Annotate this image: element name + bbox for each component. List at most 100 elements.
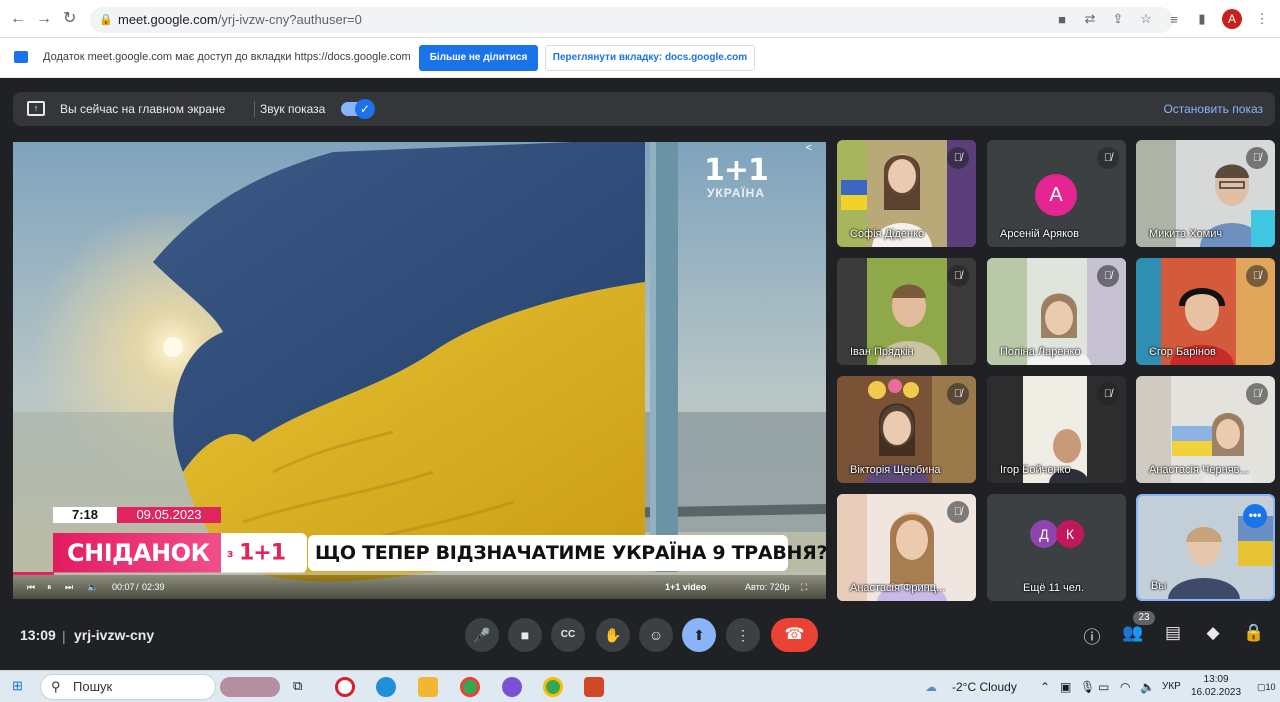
- reload-icon[interactable]: ↻: [63, 10, 76, 28]
- wifi-icon[interactable]: ◠: [1120, 680, 1130, 694]
- channel-logo-mark: 1+1: [704, 153, 769, 188]
- others-tile[interactable]: Д К Ещё 11 чел.: [987, 494, 1126, 601]
- more-options-button[interactable]: ⋮: [726, 618, 760, 652]
- more-options-icon[interactable]: •••: [1243, 504, 1267, 528]
- side-panel-icon[interactable]: ▮: [1194, 11, 1210, 27]
- chat-icon[interactable]: ▤: [1163, 623, 1183, 643]
- participant-avatar: К: [1056, 520, 1084, 548]
- quality-setting[interactable]: Авто: 720р: [745, 582, 790, 592]
- time-separator: /: [136, 582, 139, 592]
- present-screen-icon: ↑: [27, 101, 45, 116]
- chrome-profile-icon[interactable]: [502, 677, 522, 697]
- stop-sharing-button[interactable]: Більше не ділитися: [419, 45, 538, 71]
- chrome-icon[interactable]: [460, 677, 480, 697]
- forward-icon[interactable]: →: [36, 10, 52, 28]
- tray-expand-icon[interactable]: ⌃: [1040, 680, 1050, 694]
- share-icon[interactable]: <: [806, 142, 812, 154]
- opera-icon[interactable]: [335, 677, 355, 697]
- share-tab-icon: [14, 51, 28, 63]
- edge-icon[interactable]: [376, 677, 396, 697]
- clock-date: 16.02.2023: [1191, 687, 1242, 698]
- reading-list-icon[interactable]: ≡: [1166, 12, 1182, 27]
- bookmark-star-icon[interactable]: ☆: [1138, 11, 1154, 27]
- skip-back-icon[interactable]: ⏮: [27, 582, 35, 593]
- chrome-active-icon[interactable]: [543, 677, 563, 697]
- participant-tile[interactable]: 🎙̸ Софія Діденко: [837, 140, 976, 247]
- task-view-icon[interactable]: ⧉: [293, 678, 302, 694]
- fullscreen-icon[interactable]: ⛶: [801, 582, 807, 593]
- weather-text[interactable]: -2°C Cloudy: [952, 680, 1017, 694]
- windows-start-icon[interactable]: ⊞: [12, 678, 23, 694]
- participant-tile[interactable]: A 🎙̸ Арсеній Аряков: [987, 140, 1126, 247]
- participant-name: Ігор Бойченко: [1000, 464, 1071, 476]
- mic-icon: 🎤: [473, 627, 491, 643]
- present-button[interactable]: ⬆: [682, 618, 716, 652]
- powerpoint-icon[interactable]: [584, 677, 604, 697]
- file-explorer-icon[interactable]: [418, 677, 438, 697]
- volume-icon[interactable]: 🔈: [87, 582, 98, 593]
- captions-icon: CC: [560, 629, 576, 640]
- participant-tile[interactable]: 🎙̸ Ігор Бойченко: [987, 376, 1126, 483]
- participant-tile[interactable]: 🎙̸ Анастасія Черняв...: [1136, 376, 1275, 483]
- meeting-separator: |: [62, 628, 66, 644]
- more-vert-icon: ⋮: [736, 627, 750, 643]
- participant-tile[interactable]: 🎙̸ Анастасія Фринц...: [837, 494, 976, 601]
- back-icon[interactable]: ←: [10, 10, 26, 28]
- participant-name: Іван Прядкін: [850, 346, 914, 358]
- translate-icon[interactable]: ⇄: [1082, 11, 1098, 27]
- battery-icon[interactable]: ▭: [1098, 680, 1109, 694]
- activities-icon[interactable]: ◆: [1203, 623, 1223, 643]
- camera-in-use-icon[interactable]: ■: [1054, 12, 1070, 27]
- end-call-button[interactable]: ☎: [771, 618, 818, 652]
- address-bar[interactable]: 🔒 meet.google.com/yrj-ivzw-cny?authuser=…: [90, 7, 1173, 33]
- lock-icon: 🔒: [99, 14, 113, 26]
- video-frame: [13, 142, 826, 599]
- participant-tile[interactable]: 🎙̸ Вікторія Щербина: [837, 376, 976, 483]
- captions-button[interactable]: CC: [551, 618, 585, 652]
- broadcast-date: 09.05.2023: [117, 507, 221, 523]
- meet-window: ← → ↻ 🔒 meet.google.com/yrj-ivzw-cny?aut…: [0, 0, 1280, 702]
- presenting-status: Вы сейчас на главном экране: [60, 102, 226, 116]
- profile-avatar[interactable]: A: [1222, 9, 1242, 29]
- mic-off-icon: 🎙̸: [947, 501, 969, 523]
- meeting-details-icon[interactable]: ⓘ: [1082, 623, 1102, 648]
- presenting-bar: ↑ Вы сейчас на главном экране Звук показ…: [13, 92, 1275, 126]
- video-progress-bar[interactable]: [13, 572, 826, 575]
- host-controls-icon[interactable]: 🔒: [1243, 623, 1264, 643]
- stop-presenting-link[interactable]: Остановить показ: [1163, 102, 1263, 116]
- volume-icon[interactable]: 🔈: [1140, 680, 1155, 694]
- emoji-button[interactable]: ☺: [639, 618, 673, 652]
- taskbar-clock[interactable]: 13:09 16.02.2023: [1191, 673, 1241, 699]
- self-tile[interactable]: ••• Вы: [1136, 494, 1275, 601]
- camera-button[interactable]: ■: [508, 618, 542, 652]
- meet-tray-icon[interactable]: ▣: [1060, 680, 1071, 694]
- view-tab-button[interactable]: Переглянути вкладку: docs.google.com: [545, 45, 755, 71]
- windows-taskbar: ⊞ ⚲ Пошук ⧉ ☁ -2°C Cloudy ⌃ ▣ 🎙 ▭ ◠ 🔈 УК…: [0, 670, 1280, 702]
- meeting-controls-bar: 13:09 | yrj-ivzw-cny 🎤 ■ CC ✋ ☺ ⬆ ⋮ ☎ ⓘ …: [0, 608, 1280, 668]
- skip-forward-icon[interactable]: ⏭: [65, 582, 73, 593]
- mic-off-icon: 🎙̸: [947, 383, 969, 405]
- search-highlight-image: [220, 677, 280, 697]
- taskbar-search[interactable]: ⚲ Пошук: [40, 674, 216, 700]
- participant-name: Анастасія Фринц...: [850, 582, 946, 594]
- notifications-icon[interactable]: ▢10: [1257, 682, 1276, 693]
- browser-menu-icon[interactable]: ⋮: [1254, 11, 1270, 27]
- participant-name: Вікторія Щербина: [850, 464, 941, 476]
- emoji-icon: ☺: [648, 627, 664, 643]
- participant-tile[interactable]: 🎙̸ Поліна Ларенко: [987, 258, 1126, 365]
- share-page-icon[interactable]: ⇪: [1110, 11, 1126, 27]
- present-audio-toggle[interactable]: ✓: [341, 99, 375, 119]
- mic-tray-icon[interactable]: 🎙: [1080, 680, 1095, 694]
- program-banner: СНІДАНОК: [53, 533, 221, 573]
- participant-tile[interactable]: 🎙̸ Єгор Барінов: [1136, 258, 1275, 365]
- weather-icon: ☁: [925, 680, 937, 694]
- people-icon[interactable]: 👥: [1122, 623, 1143, 643]
- language-indicator[interactable]: УКР: [1162, 681, 1181, 692]
- participant-tile[interactable]: 🎙̸ Микита Хомич: [1136, 140, 1275, 247]
- raise-hand-button[interactable]: ✋: [596, 618, 630, 652]
- participant-tile[interactable]: 🎙̸ Іван Прядкін: [837, 258, 976, 365]
- pause-icon[interactable]: ⏸: [47, 582, 52, 593]
- participant-name: Софія Діденко: [850, 228, 925, 240]
- program-with-logo: з 1+1: [221, 533, 307, 573]
- mic-button[interactable]: 🎤: [465, 618, 499, 652]
